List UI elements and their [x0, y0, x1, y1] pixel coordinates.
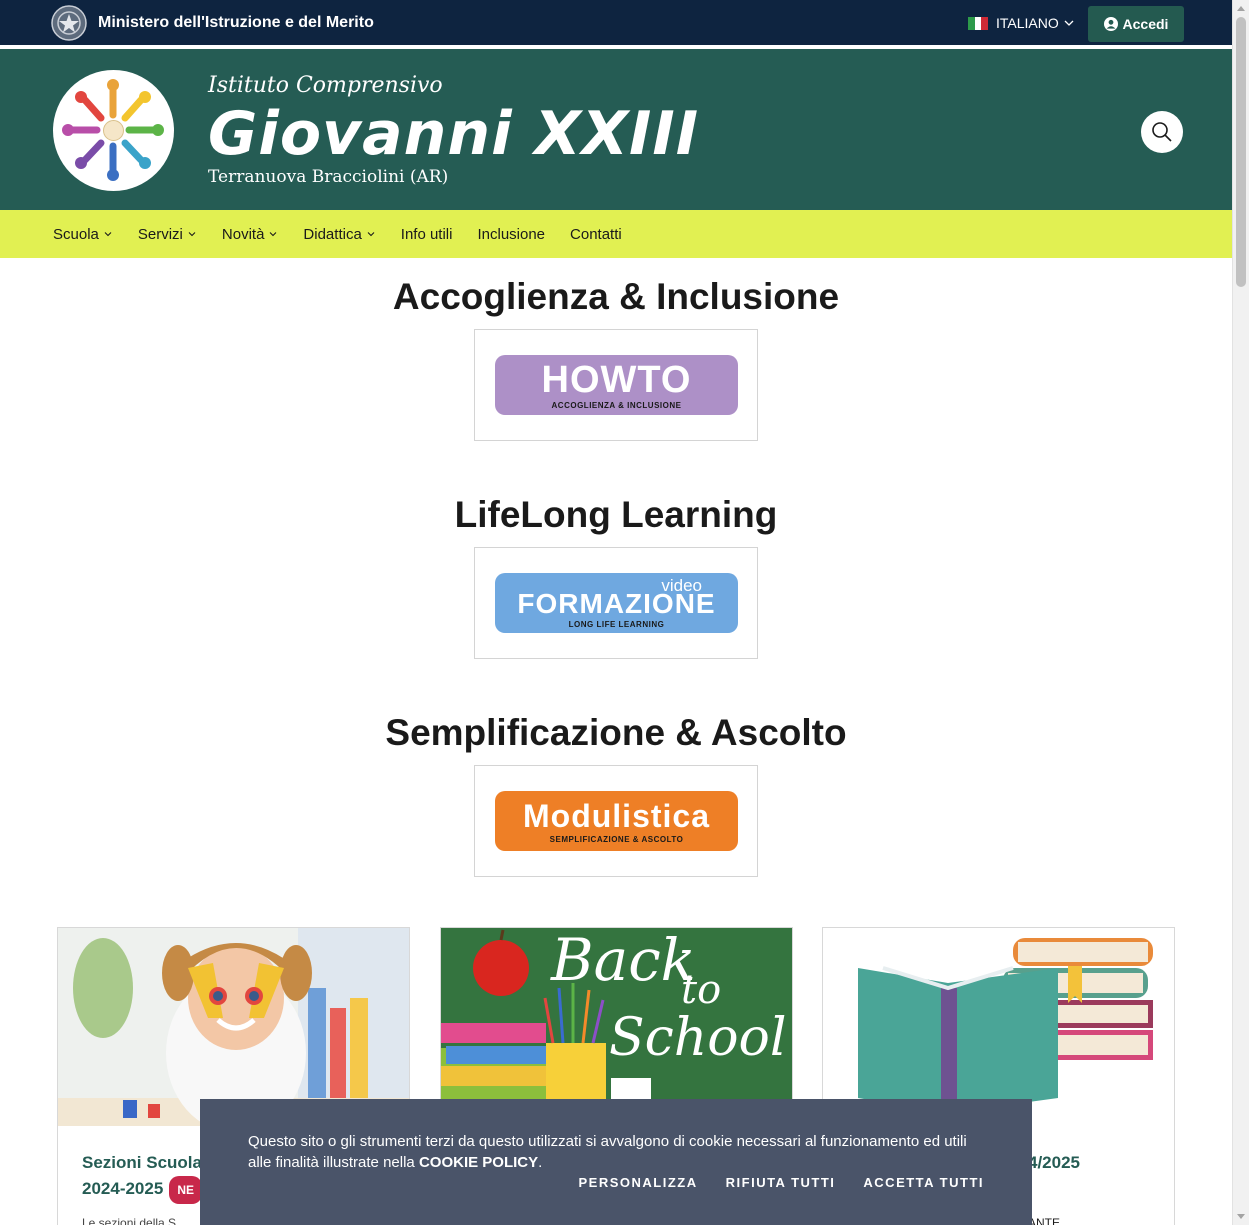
- card-title[interactable]: 4/2025: [1028, 1150, 1080, 1176]
- italy-flag-icon: [968, 16, 989, 30]
- cookie-policy-link[interactable]: COOKIE POLICY: [419, 1154, 538, 1171]
- nav-label: Scuola: [53, 225, 99, 243]
- nav-item-contatti[interactable]: Contatti: [570, 226, 622, 243]
- formazione-banner-video: video: [661, 576, 702, 595]
- italian-republic-emblem-icon: [51, 5, 87, 41]
- card-image-books: [823, 928, 1174, 1126]
- chalk-text-to: to: [681, 967, 722, 1013]
- scroll-down-arrow-icon[interactable]: [1237, 1214, 1245, 1219]
- user-circle-icon: [1103, 17, 1118, 31]
- site-header: Istituto Comprensivo Giovanni XXIII Terr…: [0, 49, 1232, 210]
- school-logo-icon: [55, 72, 172, 189]
- formazione-banner-link[interactable]: video FORMAZIONE LONG LIFE LEARNING: [495, 573, 738, 633]
- howto-banner-subtitle: ACCOGLIENZA & INCLUSIONE: [551, 400, 682, 410]
- howto-banner-link[interactable]: HOWTO ACCOGLIENZA & INCLUSIONE: [495, 355, 738, 415]
- nav-label: Inclusione: [477, 225, 546, 243]
- chalk-text-back: Back: [551, 928, 696, 994]
- nav-label: Contatti: [570, 225, 622, 243]
- nav-label: Info utili: [400, 225, 453, 243]
- section-title-lifelong: LifeLong Learning: [454, 494, 778, 535]
- chalk-text-school: School: [609, 1008, 787, 1068]
- language-selector[interactable]: ITALIANO: [968, 15, 1075, 31]
- scroll-up-arrow-icon[interactable]: [1237, 6, 1245, 11]
- cookie-actions: PERSONALIZZA RIFIUTA TUTTI ACCETTA TUTTI: [579, 1175, 984, 1190]
- school-location: Terranuova Bracciolini (AR): [208, 167, 449, 187]
- school-type: Istituto Comprensivo: [208, 73, 443, 98]
- scrollbar-thumb[interactable]: [1236, 17, 1246, 287]
- section-title-semplificazione: Semplificazione & Ascolto: [385, 712, 847, 753]
- chevron-down-icon: [104, 232, 112, 237]
- howto-banner-card: HOWTO ACCOGLIENZA & INCLUSIONE: [474, 329, 758, 441]
- howto-banner-title: HOWTO: [541, 358, 692, 401]
- section-title-accoglienza: Accoglienza & Inclusione: [392, 276, 840, 317]
- card-title-line2: 2024-2025: [82, 1179, 164, 1198]
- search-icon: [1152, 122, 1172, 142]
- nav-item-servizi[interactable]: Servizi: [138, 226, 197, 243]
- ministry-topbar: Ministero dell'Istruzione e del Merito I…: [0, 0, 1232, 47]
- formazione-banner-card: video FORMAZIONE LONG LIFE LEARNING: [474, 547, 758, 659]
- chevron-down-icon: [367, 232, 375, 237]
- new-badge: NE: [169, 1176, 202, 1204]
- formazione-banner-subtitle: LONG LIFE LEARNING: [568, 619, 665, 629]
- cookie-message-end: .: [538, 1154, 543, 1171]
- cookie-banner: Questo sito o gli strumenti terzi da que…: [200, 1099, 1032, 1225]
- cookie-message-text: Questo sito o gli strumenti terzi da que…: [248, 1133, 967, 1171]
- chevron-down-icon: [188, 232, 196, 237]
- card-title-line1: Sezioni Scuola i: [82, 1153, 212, 1172]
- nav-item-novita[interactable]: Novità: [222, 226, 279, 243]
- chevron-down-icon: [270, 232, 277, 237]
- login-label: Accedi: [1122, 16, 1169, 32]
- language-label: ITALIANO: [996, 15, 1059, 31]
- modulistica-banner-subtitle: SEMPLIFICAZIONE & ASCOLTO: [549, 834, 684, 844]
- search-button[interactable]: [1141, 111, 1183, 153]
- chevron-down-icon: [1064, 20, 1074, 26]
- cookie-customize-button[interactable]: PERSONALIZZA: [579, 1175, 698, 1190]
- nav-item-scuola[interactable]: Scuola: [53, 226, 113, 243]
- nav-item-didattica[interactable]: Didattica: [303, 226, 375, 243]
- login-button[interactable]: Accedi: [1088, 6, 1184, 42]
- ministry-link[interactable]: Ministero dell'Istruzione e del Merito: [98, 14, 374, 32]
- card-excerpt: ANTE: [1028, 1216, 1061, 1225]
- nav-label: Didattica: [303, 225, 362, 243]
- modulistica-banner-card: Modulistica SEMPLIFICAZIONE & ASCOLTO: [474, 765, 758, 877]
- cookie-reject-button[interactable]: RIFIUTA TUTTI: [726, 1175, 836, 1190]
- card-title[interactable]: Sezioni Scuola i 2024-2025 NE: [82, 1150, 211, 1204]
- card-excerpt: Le sezioni della S: [82, 1216, 177, 1225]
- cookie-accept-button[interactable]: ACCETTA TUTTI: [863, 1175, 984, 1190]
- card-image-child: [58, 928, 409, 1126]
- school-name[interactable]: Giovanni XXIII: [208, 99, 699, 169]
- cookie-message: Questo sito o gli strumenti terzi da que…: [248, 1131, 988, 1173]
- school-logo[interactable]: [53, 70, 174, 191]
- nav-item-inclusione[interactable]: Inclusione: [477, 226, 545, 243]
- main-nav: Scuola Servizi Novità Didattica Info uti…: [0, 210, 1232, 258]
- nav-label: Servizi: [137, 225, 183, 243]
- nav-label: Novità: [221, 225, 265, 243]
- modulistica-banner-title: Modulistica: [522, 797, 710, 834]
- nav-item-info-utili[interactable]: Info utili: [401, 226, 453, 243]
- page-scrollbar[interactable]: [1232, 0, 1249, 1225]
- card-image-back-to-school: Back to School: [441, 928, 792, 1126]
- modulistica-banner-link[interactable]: Modulistica SEMPLIFICAZIONE & ASCOLTO: [495, 791, 738, 851]
